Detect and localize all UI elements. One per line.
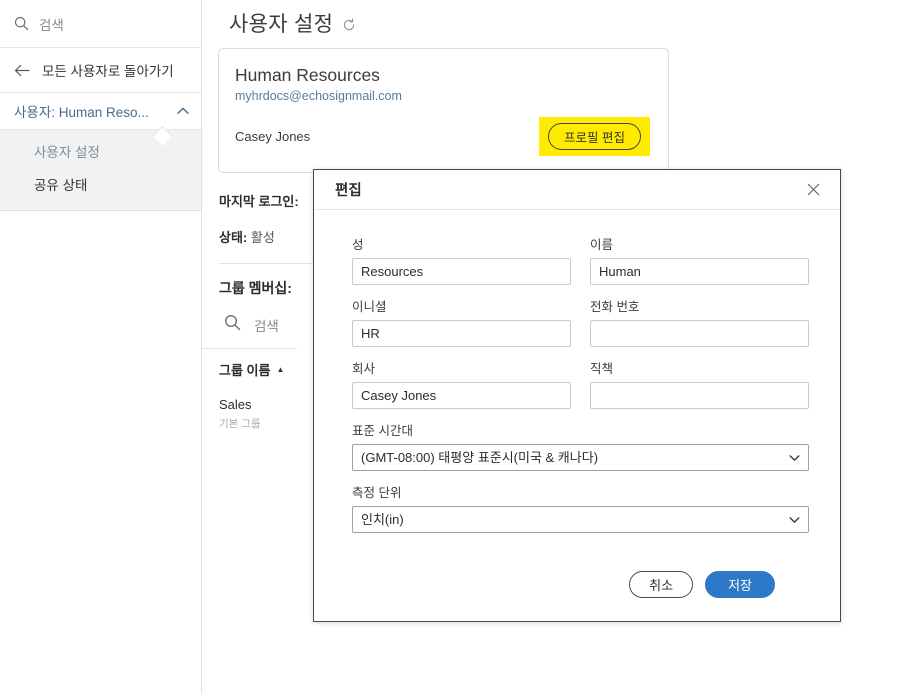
units-select-wrap: 인치(in) xyxy=(352,506,809,533)
sidebar-search-placeholder: 검색 xyxy=(39,17,64,33)
job-title-label: 직책 xyxy=(590,362,614,376)
name-fields-row: 성 이름 xyxy=(352,234,809,285)
units-select[interactable]: 인치(in) xyxy=(352,506,809,533)
sidebar-item-user-settings[interactable]: 사용자 설정 xyxy=(0,134,201,167)
page-header: 사용자 설정 xyxy=(202,0,908,40)
modal-header: 편집 xyxy=(314,170,840,210)
back-to-all-users-button[interactable]: 모든 사용자로 돌아가기 xyxy=(0,48,201,93)
last-name-input[interactable] xyxy=(352,258,571,285)
page-title: 사용자 설정 xyxy=(229,13,334,36)
initials-input[interactable] xyxy=(352,320,571,347)
status-value: 활성 xyxy=(250,230,275,245)
save-button[interactable]: 저장 xyxy=(705,571,775,598)
timezone-field-group: 표준 시간대 (GMT-08:00) 태평양 표준시(미국 & 캐나다) xyxy=(352,420,809,471)
initials-field-group: 이니셜 xyxy=(352,296,571,347)
arrow-left-icon xyxy=(14,64,31,77)
back-to-all-users-label: 모든 사용자로 돌아가기 xyxy=(42,64,174,79)
modal-footer: 취소 저장 xyxy=(352,544,809,598)
last-name-field-group: 성 xyxy=(352,234,571,285)
phone-label: 전화 번호 xyxy=(590,300,640,314)
edit-profile-button[interactable]: 프로필 편집 xyxy=(548,123,641,150)
refresh-icon[interactable] xyxy=(342,18,356,32)
sidebar-user-group-label: 사용자: Human Reso... xyxy=(14,105,149,120)
group-search-placeholder: 검색 xyxy=(254,319,279,334)
edit-profile-highlight: 프로필 편집 xyxy=(539,117,650,156)
job-title-input[interactable] xyxy=(590,382,809,409)
profile-card-footer: Casey Jones 프로필 편집 xyxy=(235,117,650,156)
phone-input[interactable] xyxy=(590,320,809,347)
profile-email: myhrdocs@echosignmail.com xyxy=(235,89,402,103)
initials-label: 이니셜 xyxy=(352,300,387,314)
units-label: 측정 단위 xyxy=(352,486,402,500)
search-icon xyxy=(224,314,241,336)
company-field-group: 회사 xyxy=(352,358,571,409)
last-login-label: 마지막 로그인: xyxy=(219,194,299,209)
modal-title: 편집 xyxy=(335,183,362,199)
timezone-select[interactable]: (GMT-08:00) 태평양 표준시(미국 & 캐나다) xyxy=(352,444,809,471)
divider xyxy=(219,263,313,264)
initials-phone-row: 이니셜 전화 번호 xyxy=(352,296,809,347)
modal-body: 성 이름 이니셜 전화 번호 xyxy=(314,210,840,598)
profile-contact-name: Casey Jones xyxy=(235,129,311,144)
edit-profile-modal: 편집 성 이름 이니셜 xyxy=(313,169,841,622)
profile-name: Human Resources xyxy=(235,65,380,85)
company-input[interactable] xyxy=(352,382,571,409)
timezone-select-wrap: (GMT-08:00) 태평양 표준시(미국 & 캐나다) xyxy=(352,444,809,471)
sidebar: 검색 모든 사용자로 돌아가기 사용자: Human Reso... 사용자 설… xyxy=(0,0,202,694)
search-icon xyxy=(14,16,29,31)
company-title-row: 회사 직책 xyxy=(352,358,809,409)
user-settings-page: 검색 모든 사용자로 돌아가기 사용자: Human Reso... 사용자 설… xyxy=(0,0,908,694)
phone-field-group: 전화 번호 xyxy=(590,296,809,347)
last-name-label: 성 xyxy=(352,238,364,252)
sidebar-item-user-group[interactable]: 사용자: Human Reso... xyxy=(0,93,201,129)
job-title-field-group: 직책 xyxy=(590,358,809,409)
sidebar-search-input[interactable]: 검색 xyxy=(0,0,201,48)
sidebar-item-user-settings-label: 사용자 설정 xyxy=(34,144,100,160)
first-name-field-group: 이름 xyxy=(590,234,809,285)
status-label: 상태: xyxy=(219,230,248,245)
first-name-input[interactable] xyxy=(590,258,809,285)
profile-card: Human Resources myhrdocs@echosignmail.co… xyxy=(218,48,669,173)
sidebar-item-sharing-status-label: 공유 상태 xyxy=(34,177,88,193)
sidebar-subnav: 사용자 설정 공유 상태 xyxy=(0,129,201,211)
first-name-label: 이름 xyxy=(590,238,614,252)
sort-ascending-icon: ▲ xyxy=(276,365,285,374)
group-name-column-label: 그룹 이름 xyxy=(219,363,271,378)
company-label: 회사 xyxy=(352,362,376,376)
units-field-group: 측정 단위 인치(in) xyxy=(352,482,809,533)
cancel-button[interactable]: 취소 xyxy=(629,571,694,598)
close-icon[interactable] xyxy=(803,179,824,200)
group-name-column-header[interactable]: 그룹 이름 ▲ xyxy=(202,348,297,379)
chevron-up-icon xyxy=(177,107,189,115)
sidebar-item-sharing-status[interactable]: 공유 상태 xyxy=(0,167,201,200)
timezone-label: 표준 시간대 xyxy=(352,424,413,438)
